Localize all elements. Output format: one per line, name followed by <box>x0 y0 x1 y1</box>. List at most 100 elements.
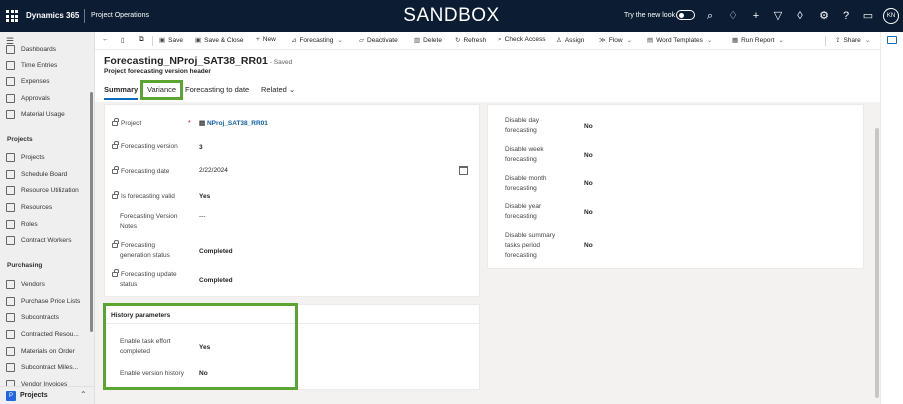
avatar[interactable]: KN <box>883 8 899 24</box>
sidebar-item-dashboards[interactable]: Dashboards <box>0 42 94 58</box>
lock-icon <box>112 240 119 248</box>
sidebar-item-material-usage[interactable]: Material Usage <box>0 107 94 123</box>
forecasting-button[interactable]: ⊿ Forecasting ⌄ <box>291 36 343 44</box>
sidebar-item-label: Purchase Price Lists <box>21 298 81 305</box>
filter-icon[interactable]: ▽ <box>770 8 786 24</box>
sidebar-item-label: Approvals <box>21 95 50 102</box>
word-templates-label: Word Templates <box>656 37 703 44</box>
tab-summary[interactable]: Summary <box>104 85 139 100</box>
command-bar: ← ▯ ⧉ ▣ Save ▣ Save & Close + New ⊿ Forecast… <box>95 32 903 50</box>
deactivate-button[interactable]: ▱ Deactivate <box>359 36 398 44</box>
assign-button[interactable]: ♙ Assign <box>556 36 584 44</box>
sidebar-item-subcontract-milestones[interactable]: Subcontract Miles... <box>0 360 94 376</box>
feedback-icon[interactable]: ▭ <box>860 8 876 24</box>
lock-icon <box>112 166 119 174</box>
area-switcher[interactable]: P Projects ⌃ <box>0 386 94 404</box>
flow-button[interactable]: ≫ Flow ⌄ <box>599 36 632 44</box>
new-look-toggle[interactable] <box>676 10 695 20</box>
disable-day-value: No <box>584 123 593 130</box>
approval-icon <box>6 94 15 103</box>
check-access-label: Check Access <box>504 36 546 43</box>
sidebar-group-purchasing: Purchasing <box>7 262 43 269</box>
role-icon <box>6 220 15 229</box>
run-report-label: Run Report <box>741 37 775 44</box>
sidebar-item-subcontracts[interactable]: Subcontracts <box>0 310 94 326</box>
project-link[interactable]: NProj_SAT38_RR01 <box>207 120 268 127</box>
chevron-down-icon: ⌄ <box>288 85 296 94</box>
record-icon[interactable]: ▯ <box>121 36 125 44</box>
document-icon <box>6 313 15 322</box>
word-templates-button[interactable]: ▤ Word Templates ⌄ <box>647 36 712 44</box>
refresh-label: Refresh <box>463 37 487 44</box>
sidebar-scrollbar[interactable] <box>90 92 93 332</box>
sidebar-item-label: Dashboards <box>21 46 57 53</box>
open-new-window-icon[interactable]: ⧉ <box>139 36 144 44</box>
disable-month-label: Disable month forecasting <box>505 175 547 192</box>
sidebar-item-contract-workers[interactable]: Contract Workers <box>0 233 94 249</box>
sidebar-item-approvals[interactable]: Approvals <box>0 91 94 107</box>
sidebar-item-contracted-resources[interactable]: Contracted Resou... <box>0 327 94 343</box>
sidebar-item-label: Expenses <box>21 78 50 85</box>
save-button[interactable]: ▣ Save <box>159 36 183 44</box>
flow-label: Flow <box>608 37 623 44</box>
disable-week-value: No <box>584 152 593 159</box>
sidebar: ☰ Dashboards Time Entries Expenses Appro… <box>0 32 95 404</box>
save-close-icon: ▣ <box>195 37 202 44</box>
notification-icon[interactable]: ◊ <box>792 8 808 24</box>
help-icon[interactable]: ? <box>838 8 854 24</box>
settings-icon[interactable]: ⚙ <box>816 8 832 24</box>
sidebar-item-resources[interactable]: Resources <box>0 200 94 216</box>
lightbulb-icon[interactable]: ♢ <box>725 8 741 24</box>
version-notes-value[interactable]: --- <box>199 213 206 220</box>
sidebar-item-purchase-price-lists[interactable]: Purchase Price Lists <box>0 294 94 310</box>
project-lookup[interactable]: ▤ NProj_SAT38_RR01 <box>199 119 268 127</box>
sidebar-item-label: Resources <box>21 204 53 211</box>
version-notes-label: Forecasting Version Notes <box>120 213 178 230</box>
tab-related-label: Related <box>261 85 287 94</box>
forecasting-date-field[interactable]: 2/22/2024 <box>199 167 228 174</box>
sidebar-item-label: Material Usage <box>21 111 65 118</box>
run-report-button[interactable]: ▦ Run Report ⌄ <box>732 36 784 44</box>
save-icon: ▣ <box>159 37 166 44</box>
calendar-icon[interactable] <box>459 166 468 175</box>
add-icon[interactable]: + <box>748 8 764 24</box>
dashboard-icon <box>6 45 15 54</box>
check-access-button[interactable]: ⌕ Check Access <box>498 36 545 44</box>
sidebar-item-schedule-board[interactable]: Schedule Board <box>0 167 94 183</box>
sidebar-item-resource-utilization[interactable]: Resource Utilization <box>0 183 94 199</box>
sidebar-item-roles[interactable]: Roles <box>0 217 94 233</box>
save-status: - Saved <box>269 59 293 66</box>
sidebar-item-projects[interactable]: Projects <box>0 150 94 166</box>
app-launcher-icon[interactable] <box>6 10 18 22</box>
area-name[interactable]: Project Operations <box>91 12 149 19</box>
plus-icon: + <box>256 36 260 43</box>
share-button[interactable]: ⇪ Share ⌄ <box>835 36 870 44</box>
sidebar-item-vendors[interactable]: Vendors <box>0 277 94 293</box>
new-label: New <box>262 36 276 43</box>
sidebar-item-label: Projects <box>21 154 45 161</box>
sidebar-item-time-entries[interactable]: Time Entries <box>0 58 94 74</box>
back-button[interactable]: ← <box>102 36 109 43</box>
calendar-icon <box>6 170 15 179</box>
generation-status-label: Forecasting generation status <box>112 240 170 261</box>
contract-icon <box>6 330 15 339</box>
search-icon[interactable]: ⌕ <box>702 8 718 24</box>
sidebar-item-materials-on-order[interactable]: Materials on Order <box>0 344 94 360</box>
save-close-button[interactable]: ▣ Save & Close <box>195 36 244 44</box>
tab-related[interactable]: Related ⌄ <box>261 85 295 94</box>
new-button[interactable]: + New <box>256 36 276 43</box>
sidebar-item-expenses[interactable]: Expenses <box>0 74 94 90</box>
chevron-down-icon: ⌄ <box>626 37 632 44</box>
refresh-button[interactable]: ↻ Refresh <box>455 36 486 44</box>
lock-icon <box>112 118 119 126</box>
tab-forecasting-to-date[interactable]: Forecasting to date <box>185 85 249 94</box>
form-scrollbar[interactable] <box>875 128 879 398</box>
side-pane-icon[interactable] <box>887 36 897 44</box>
sidebar-item-label: Contract Workers <box>21 237 72 244</box>
delete-label: Delete <box>423 37 442 44</box>
save-label: Save <box>168 37 183 44</box>
app-name[interactable]: Dynamics 365 <box>26 11 79 20</box>
page-title: Forecasting_NProj_SAT38_RR01- Saved <box>104 55 292 67</box>
is-forecasting-valid-value: Yes <box>199 193 211 200</box>
delete-button[interactable]: ▥ Delete <box>414 36 442 44</box>
